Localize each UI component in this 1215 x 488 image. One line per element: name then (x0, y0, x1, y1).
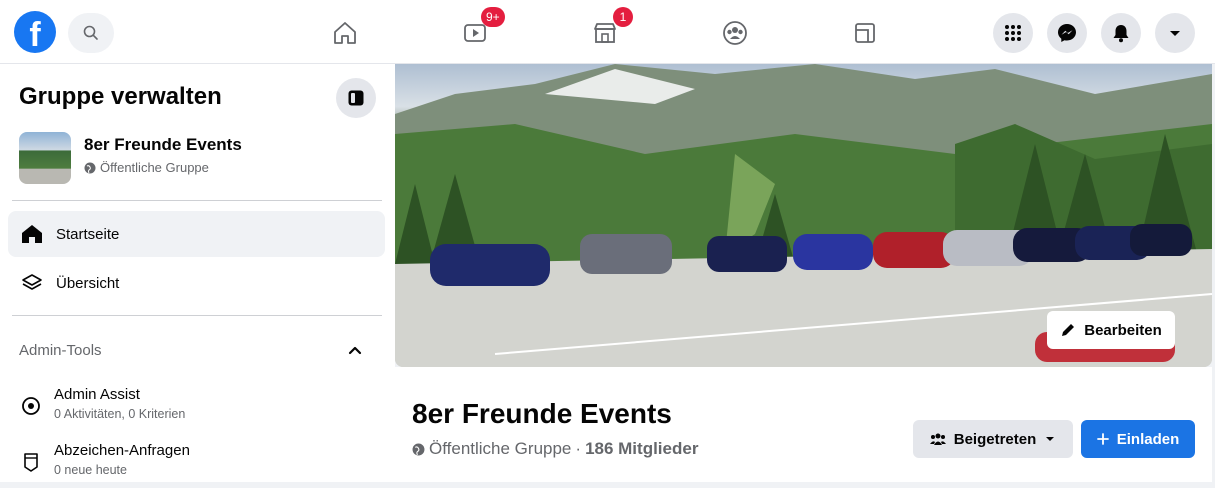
joined-label: Beigetreten (953, 430, 1037, 448)
invite-button[interactable]: Einladen (1081, 420, 1195, 458)
group-privacy-label: Öffentliche Gruppe (429, 439, 572, 458)
sidebar-item-startseite[interactable]: Startseite (8, 211, 385, 257)
search-button[interactable] (68, 13, 114, 53)
sidebar-item-label: Startseite (56, 225, 120, 243)
overview-icon (20, 271, 44, 295)
plus-icon (1096, 433, 1109, 445)
groups-icon (723, 21, 747, 45)
group-thumbnail (19, 132, 71, 184)
home-icon (20, 222, 44, 246)
group-name: 8er Freunde Events (84, 135, 242, 154)
top-bar: f 9+ 1 (0, 0, 1215, 64)
chevron-up-icon (348, 346, 362, 355)
facebook-logo[interactable]: f (14, 11, 56, 53)
invite-label: Einladen (1116, 430, 1180, 448)
notifications-button[interactable] (1101, 13, 1141, 53)
globe-icon (84, 162, 96, 173)
sidebar: Gruppe verwalten 8er Freunde Events Öffe… (0, 64, 395, 482)
tool-item-admin-assist[interactable]: Admin Assist 0 Aktivitäten, 0 Kriterien (8, 382, 385, 432)
group-meta: Öffentliche Gruppe · 186 Mitglieder (412, 439, 698, 459)
collapse-admin-tools-button[interactable] (344, 339, 366, 361)
group-card[interactable]: 8er Freunde Events Öffentliche Gruppe (19, 130, 379, 184)
tool-title: Admin Assist (54, 386, 140, 403)
nav-watch[interactable]: 9+ (455, 7, 505, 53)
badge-icon (19, 450, 43, 474)
group-type-label: Öffentliche Gruppe (100, 160, 209, 175)
panel-toggle-icon (348, 90, 364, 106)
home-icon (334, 22, 356, 44)
edit-cover-button[interactable]: Bearbeiten (1047, 311, 1175, 349)
edit-cover-label: Bearbeiten (1084, 321, 1162, 339)
tool-subtitle: 0 Aktivitäten, 0 Kriterien (54, 407, 186, 421)
nav-home[interactable] (325, 13, 365, 53)
watch-badge: 9+ (481, 7, 505, 27)
search-icon (83, 25, 98, 40)
messenger-icon (1058, 24, 1076, 42)
nav-marketplace[interactable]: 1 (585, 7, 633, 53)
group-title: 8er Freunde Events (412, 398, 672, 429)
messenger-button[interactable] (1047, 13, 1087, 53)
sidebar-title: Gruppe verwalten (19, 83, 222, 110)
pencil-icon (1062, 324, 1075, 336)
globe-icon (412, 443, 425, 455)
divider (12, 315, 382, 316)
nav-gaming[interactable] (845, 13, 885, 53)
nav-groups[interactable] (715, 13, 755, 53)
admin-tools-header: Admin-Tools (19, 342, 102, 359)
marketplace-badge: 1 (613, 7, 633, 27)
account-button[interactable] (1155, 13, 1195, 53)
tool-subtitle: 0 neue heute (54, 463, 127, 477)
group-type: Öffentliche Gruppe (84, 160, 209, 175)
member-count-link[interactable]: 186 Mitglieder (585, 439, 698, 459)
menu-button[interactable] (993, 13, 1033, 53)
caret-down-icon (1046, 437, 1055, 441)
bell-icon (1113, 25, 1129, 43)
caret-down-icon (1170, 31, 1180, 36)
group-members-icon (929, 433, 946, 445)
admin-assist-icon (19, 394, 43, 418)
collapse-sidebar-button[interactable] (336, 78, 376, 118)
sidebar-item-uebersicht[interactable]: Übersicht (8, 260, 385, 306)
gaming-icon (855, 23, 875, 43)
joined-button[interactable]: Beigetreten (913, 420, 1073, 458)
meta-separator: · (575, 439, 582, 458)
sidebar-item-label: Übersicht (56, 274, 120, 292)
divider (12, 200, 382, 201)
grid-menu-icon (1005, 25, 1021, 41)
tool-item-badge-requests[interactable]: Abzeichen-Anfragen 0 neue heute (8, 438, 385, 488)
tool-title: Abzeichen-Anfragen (54, 442, 190, 459)
group-header: 8er Freunde Events Öffentliche Gruppe · … (395, 367, 1212, 482)
